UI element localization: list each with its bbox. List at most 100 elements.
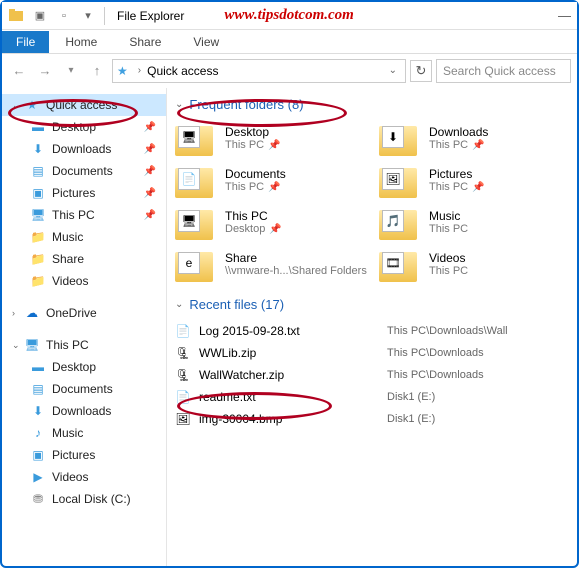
folder-large-icon: 🎵	[379, 204, 421, 240]
file-name: WWLib.zip	[199, 346, 379, 360]
folder-item[interactable]: 🎵MusicThis PC	[379, 204, 573, 240]
folder-location: This PC	[429, 265, 468, 277]
folder-location: This PC📌	[225, 181, 286, 193]
refresh-button[interactable]: ↻	[410, 60, 432, 82]
pin-icon: 📌	[144, 188, 156, 199]
ribbon-tabs: File Home Share View	[2, 30, 577, 54]
file-path: This PC\Downloads	[387, 369, 484, 381]
window-controls: —	[558, 8, 571, 23]
file-name: readme.txt	[199, 390, 379, 404]
folder-item[interactable]: 🖥DesktopThis PC📌	[175, 120, 369, 156]
desktop-icon: ▬	[30, 359, 46, 375]
sidebar-pc-pictures[interactable]: ▣Pictures	[2, 444, 166, 466]
sidebar-pc-localdisk[interactable]: ⛃Local Disk (C:)	[2, 488, 166, 510]
divider	[104, 7, 105, 25]
sidebar-item-pictures[interactable]: ▣Pictures📌	[2, 182, 166, 204]
chevron-right-icon: ›	[138, 65, 141, 76]
folder-item[interactable]: 🖥This PCDesktop📌	[175, 204, 369, 240]
folder-large-icon: 🖼	[379, 162, 421, 198]
nav-up-button[interactable]: ↑	[86, 60, 108, 82]
file-name: img-30004.bmp	[199, 412, 379, 426]
sidebar-item-thispc[interactable]: 🖥This PC📌	[2, 204, 166, 226]
chevron-down-icon[interactable]: ⌄	[175, 299, 183, 310]
downloads-icon: ⬇	[30, 403, 46, 419]
file-name: Log 2015-09-28.txt	[199, 324, 379, 338]
nav-recent-button[interactable]: ▾	[60, 60, 82, 82]
window-title: File Explorer	[117, 9, 184, 23]
folder-location: This PC📌	[225, 139, 281, 151]
file-row[interactable]: 📄 readme.txt Disk1 (E:)	[175, 386, 573, 408]
folder-item[interactable]: eShare\\vmware-h...\Shared Folders	[175, 246, 369, 282]
folder-large-icon: 🖥	[175, 204, 217, 240]
sidebar-pc-videos[interactable]: ▶Videos	[2, 466, 166, 488]
sidebar-item-share[interactable]: 📁Share	[2, 248, 166, 270]
nav-forward-button[interactable]: →	[34, 60, 56, 82]
recent-files-header[interactable]: ⌄ Recent files (17)	[175, 297, 284, 312]
sidebar-item-music[interactable]: 📁Music	[2, 226, 166, 248]
qat-dropdown-icon[interactable]: ▾	[78, 6, 98, 26]
folder-large-icon: ⬇	[379, 120, 421, 156]
title-bar: ▣ ▫ ▾ File Explorer www.tipsdotcom.com —	[2, 2, 577, 30]
folder-item[interactable]: ⬇ DownloadsThis PC📌	[379, 120, 573, 156]
file-path: This PC\Downloads	[387, 347, 484, 359]
tab-view[interactable]: View	[177, 31, 235, 53]
documents-icon: ▤	[30, 163, 46, 179]
sidebar-item-desktop[interactable]: ▬Desktop📌	[2, 116, 166, 138]
sidebar-quick-access[interactable]: ⌄ ★ Quick access	[2, 94, 166, 116]
folder-item[interactable]: 📄DocumentsThis PC📌	[175, 162, 369, 198]
folder-name: Downloads	[429, 125, 488, 139]
address-dropdown-icon[interactable]: ⌄	[389, 65, 397, 76]
twisty-icon[interactable]: ›	[12, 308, 24, 318]
address-bar[interactable]: ★ › Quick access ⌄	[112, 59, 406, 83]
file-tab[interactable]: File	[2, 31, 49, 53]
file-row[interactable]: 🗜WallWatcher.zipThis PC\Downloads	[175, 364, 573, 386]
videos-icon: ▶	[30, 469, 46, 485]
file-row[interactable]: 📄Log 2015-09-28.txtThis PC\Downloads\Wal…	[175, 320, 573, 342]
quick-access-star-icon: ★	[117, 64, 128, 78]
twisty-icon[interactable]: ⌄	[12, 100, 24, 111]
sidebar-item-downloads[interactable]: ⬇Downloads📌	[2, 138, 166, 160]
folder-location: This PC📌	[429, 139, 488, 151]
pin-icon: 📌	[269, 224, 281, 235]
sidebar-pc-documents[interactable]: ▤Documents	[2, 378, 166, 400]
pin-icon: 📌	[144, 166, 156, 177]
minimize-button[interactable]: —	[558, 8, 571, 23]
folder-name: Videos	[429, 251, 468, 265]
frequent-folders-header[interactable]: ⌄ Frequent folders (8)	[175, 97, 304, 112]
sidebar-pc-downloads[interactable]: ⬇Downloads	[2, 400, 166, 422]
nav-back-button[interactable]: ←	[8, 60, 30, 82]
search-input[interactable]: Search Quick access	[436, 59, 571, 83]
chevron-down-icon[interactable]: ⌄	[175, 99, 183, 110]
sidebar-item-videos[interactable]: 📁Videos	[2, 270, 166, 292]
file-path: This PC\Downloads\Wall	[387, 325, 508, 337]
desktop-icon: ▬	[30, 119, 46, 135]
tab-share[interactable]: Share	[113, 31, 177, 53]
folder-name: Music	[429, 209, 468, 223]
folder-location: \\vmware-h...\Shared Folders	[225, 265, 367, 277]
sidebar-pc-desktop[interactable]: ▬Desktop	[2, 356, 166, 378]
downloads-icon: ⬇	[30, 141, 46, 157]
tab-home[interactable]: Home	[49, 31, 113, 53]
folder-name: Share	[225, 251, 367, 265]
file-path: Disk1 (E:)	[387, 391, 435, 403]
folder-item[interactable]: 🎞VideosThis PC	[379, 246, 573, 282]
file-name: WallWatcher.zip	[199, 368, 379, 382]
file-icon: 🖼	[175, 411, 191, 427]
pin-icon: 📌	[144, 122, 156, 133]
qat-new-folder-icon[interactable]: ▫	[54, 6, 74, 26]
pc-icon: 🖥	[30, 207, 46, 223]
file-icon: 📄	[175, 389, 191, 405]
main-area: ⌄ ★ Quick access ▬Desktop📌 ⬇Downloads📌 ▤…	[2, 88, 577, 566]
file-icon: 🗜	[175, 345, 191, 361]
sidebar-this-pc[interactable]: ⌄🖥This PC	[2, 334, 166, 356]
sidebar-onedrive[interactable]: ›☁OneDrive	[2, 302, 166, 324]
folder-item[interactable]: 🖼PicturesThis PC📌	[379, 162, 573, 198]
frequent-folders-grid: 🖥DesktopThis PC📌⬇DownloadsThis PC📌📄Docum…	[175, 120, 573, 282]
qat-properties-icon[interactable]: ▣	[30, 6, 50, 26]
twisty-icon[interactable]: ⌄	[12, 340, 24, 351]
search-placeholder: Search Quick access	[443, 64, 556, 78]
file-row[interactable]: 🖼img-30004.bmpDisk1 (E:)	[175, 408, 573, 430]
file-row[interactable]: 🗜 WWLib.zip This PC\Downloads	[175, 342, 573, 364]
sidebar-item-documents[interactable]: ▤Documents📌	[2, 160, 166, 182]
sidebar-pc-music[interactable]: ♪Music	[2, 422, 166, 444]
